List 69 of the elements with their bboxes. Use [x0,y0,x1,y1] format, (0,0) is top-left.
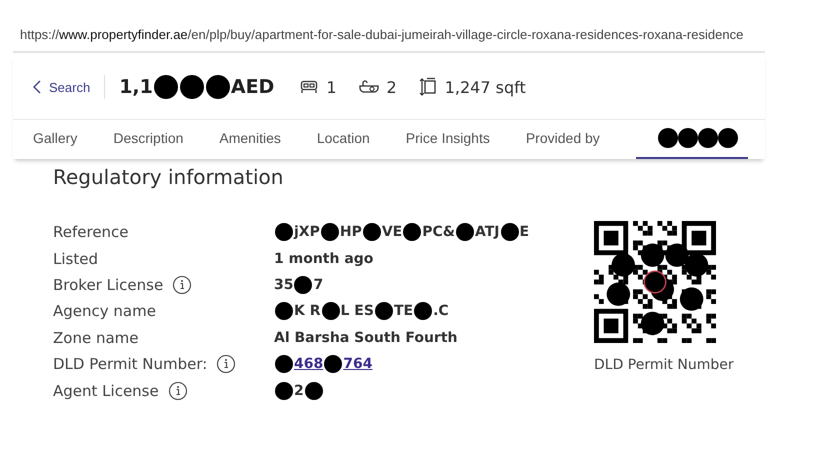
field-value: E [520,224,530,240]
redaction-mark [718,128,738,148]
redaction-mark [678,128,698,148]
tab[interactable]: Provided by [526,120,600,159]
field-value: 35 [274,276,294,293]
feature-value: 1 [326,78,337,96]
field-value: PC& [422,224,455,240]
redaction-mark [414,302,432,320]
redaction-mark [294,276,312,294]
section-title: Regulatory information [53,165,284,189]
bed-icon [300,80,318,94]
field-value: VE [382,224,402,240]
redaction-mark [304,382,323,400]
redaction-mark [275,382,293,400]
price-text: 1,1 [119,76,153,98]
field-label: Listed [53,250,98,268]
bathtub-icon [358,80,379,94]
field-value: Al Barsha South Fourth [274,330,458,346]
redaction-mark [500,223,519,242]
redaction-mark [324,355,342,374]
field-value: TE [394,303,414,320]
redaction-mark [403,223,422,242]
field-label: DLD Permit Number: [53,355,208,374]
redaction-mark [275,355,293,374]
qr-caption: DLD Permit Number [594,357,734,373]
info-icon[interactable] [216,354,236,374]
back-chevron-icon [33,80,41,94]
field-value: ATJ [475,224,500,240]
redaction-mark [658,128,678,148]
tab[interactable]: Gallery [33,120,78,159]
url-text: https://www.propertyfinder.ae/en/plp/buy/apartment-for-sale-dubai-jumeirah-village-circle-roxana-residences-roxana-residence [20,27,744,42]
field-value: 2 [294,382,304,399]
redaction-mark [180,75,204,99]
field-label: Zone name [53,328,138,347]
address-bar[interactable]: https://www.propertyfinder.ae/en/plp/buy/apartment-for-sale-dubai-jumeirah-village-circle-roxana-residences-roxana-residence [13,16,765,53]
tab[interactable]: Description [113,120,184,159]
field-label: Agent License [53,382,159,400]
info-icon[interactable] [168,380,188,401]
redaction-mark [206,75,230,99]
tab[interactable]: Price Insights [406,120,490,159]
redaction-mark [374,302,393,320]
redaction-mark [362,223,381,242]
field-value: K R [294,303,321,320]
redaction-mark [698,128,718,148]
field-label: Reference [53,223,129,242]
redaction-mark [456,223,474,242]
price-text: AED [230,76,274,98]
info-icon[interactable] [172,274,192,295]
field-label: Agency name [53,302,156,320]
field-label: Broker License [53,276,164,294]
redaction-mark [322,302,340,320]
tab[interactable]: Location [316,120,370,159]
field-value: L ES [340,303,374,320]
feature-value: 2 [386,78,397,96]
permit-link[interactable]: 764 [343,356,372,372]
feature-value: 1,247 sqft [444,78,526,96]
tab[interactable]: Amenities [219,120,281,159]
permit-link[interactable]: 468 [294,356,324,372]
field-value: jXP [294,224,320,240]
redaction-mark [275,223,293,242]
redaction-mark [275,302,293,320]
area-icon [418,77,437,97]
field-value: HP [340,224,362,240]
redaction-mark [320,223,339,242]
redaction-mark [154,75,178,99]
field-value: .C [433,303,449,320]
back-link[interactable]: Search [33,80,90,94]
field-value: 7 [313,276,324,293]
field-value: 1 month ago [274,250,374,267]
